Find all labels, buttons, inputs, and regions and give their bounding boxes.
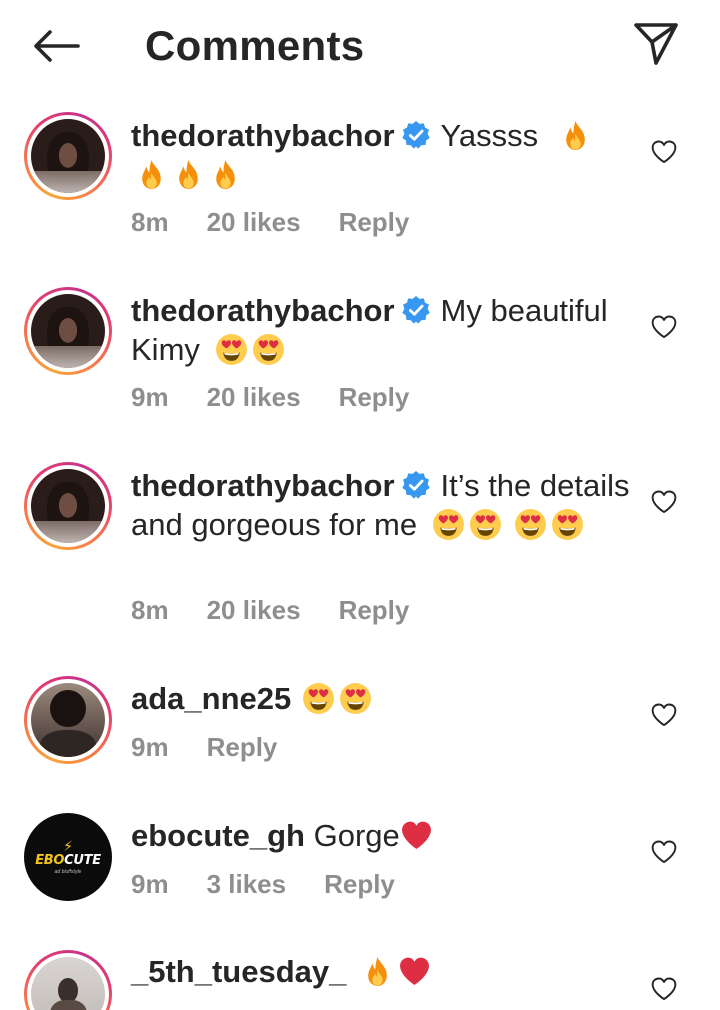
comment-time: 8m	[131, 595, 169, 625]
reply-button[interactable]: Reply	[324, 867, 395, 901]
reply-button[interactable]: Reply	[339, 380, 410, 414]
verified-badge-icon	[401, 295, 431, 325]
verified-badge-icon	[401, 120, 431, 150]
comment-time: 9m	[131, 382, 169, 412]
red-heart-emoji	[398, 955, 431, 988]
fire-emoji	[172, 158, 205, 191]
comment-username[interactable]: _5th_tuesday_	[131, 954, 346, 989]
avatar[interactable]	[24, 676, 112, 764]
fire-emoji	[361, 955, 394, 988]
verified-badge-icon	[401, 470, 431, 500]
comment-meta: 9m Reply	[131, 730, 315, 764]
paper-plane-icon	[634, 23, 678, 65]
red-heart-emoji	[400, 819, 433, 852]
heart-eyes-emoji	[339, 682, 372, 715]
heart-outline-icon[interactable]	[650, 975, 678, 1003]
fire-emoji	[135, 158, 168, 191]
avatar[interactable]	[24, 287, 112, 375]
reply-button[interactable]: Reply	[207, 730, 278, 764]
comment-likes[interactable]: 20 likes	[207, 380, 301, 414]
heart-outline-icon[interactable]	[650, 138, 678, 166]
heart-eyes-emoji	[469, 508, 502, 541]
comment-likes[interactable]: 3 likes	[207, 867, 287, 901]
comment-meta: 9m 3 likes Reply	[131, 867, 433, 901]
comment-text: Gorge	[313, 818, 400, 853]
avatar-photo	[31, 957, 105, 1010]
heart-eyes-emoji	[551, 508, 584, 541]
avatar-photo	[31, 469, 105, 543]
comment-body: thedorathybachor Yassss	[131, 116, 631, 194]
avatar[interactable]	[24, 950, 112, 1010]
comment-text: Yassss	[440, 118, 539, 153]
comment-meta: 9m 20 likes Reply	[131, 380, 447, 414]
comment-username[interactable]: ada_nne25	[131, 681, 291, 716]
comment-time: 8m	[131, 207, 169, 237]
avatar-photo	[31, 119, 105, 193]
comment-likes[interactable]: 20 likes	[207, 593, 301, 627]
avatar[interactable]	[24, 462, 112, 550]
avatar-photo	[31, 294, 105, 368]
heart-eyes-emoji	[514, 508, 547, 541]
heart-outline-icon[interactable]	[650, 701, 678, 729]
comment-body: ada_nne25	[131, 679, 631, 718]
comment-time: 9m	[131, 732, 169, 762]
ebocute-logo: ⚡ EBOCUTE ad bluffstyle	[24, 813, 112, 901]
comment-body: ebocute_gh Gorge	[131, 816, 631, 855]
reply-button[interactable]: Reply	[339, 593, 410, 627]
comment-body: _5th_tuesday_	[131, 952, 631, 991]
comment-username[interactable]: ebocute_gh	[131, 818, 305, 853]
comment-body: thedorathybachor It’s the details and gor…	[131, 466, 631, 544]
heart-outline-icon[interactable]	[650, 313, 678, 341]
page-title: Comments	[145, 22, 365, 69]
comment-username[interactable]: thedorathybachor	[131, 293, 395, 328]
comment-time: 9m	[131, 869, 169, 899]
comment-username[interactable]: thedorathybachor	[131, 118, 395, 153]
fire-emoji	[559, 119, 592, 152]
avatar-photo	[31, 683, 105, 757]
header-bar: Comments	[0, 0, 720, 92]
share-button[interactable]	[628, 18, 684, 70]
back-button[interactable]	[30, 24, 82, 68]
avatar[interactable]: ⚡ EBOCUTE ad bluffstyle	[24, 813, 112, 901]
avatar[interactable]	[24, 112, 112, 200]
comment-meta: 8m 20 likes Reply	[131, 205, 447, 239]
reply-button[interactable]: Reply	[339, 205, 410, 239]
heart-eyes-emoji	[302, 682, 335, 715]
heart-outline-icon[interactable]	[650, 838, 678, 866]
comment-body: thedorathybachor My beautiful Kimy	[131, 291, 631, 369]
comment-likes[interactable]: 20 likes	[207, 205, 301, 239]
comment-meta: 8m 20 likes Reply	[131, 593, 447, 627]
heart-outline-icon[interactable]	[650, 488, 678, 516]
heart-eyes-emoji	[432, 508, 465, 541]
comment-username[interactable]: thedorathybachor	[131, 468, 395, 503]
fire-emoji	[209, 158, 242, 191]
arrow-left-icon	[34, 30, 80, 62]
heart-eyes-emoji	[215, 333, 248, 366]
heart-eyes-emoji	[252, 333, 285, 366]
